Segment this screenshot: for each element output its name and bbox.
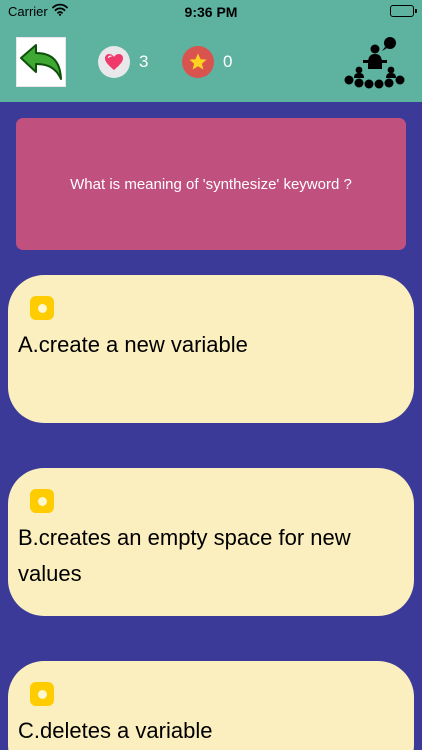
lives-counter: 3 [98, 45, 148, 79]
stars-counter: 0 [182, 45, 232, 79]
stars-count: 0 [223, 52, 233, 71]
status-bar: Carrier 9:36 PM [0, 0, 422, 22]
option-bullet-icon [30, 296, 54, 320]
option-bullet-icon [30, 489, 54, 513]
answer-option-b[interactable]: B.creates an empty space for new values [8, 468, 414, 616]
question-text: What is meaning of 'synthesize' keyword … [70, 175, 352, 193]
option-bullet-icon [30, 682, 54, 706]
header-bar: 3 0 [0, 22, 422, 102]
audience-poll-icon [344, 37, 405, 89]
battery-icon [390, 5, 417, 17]
question-card: What is meaning of 'synthesize' keyword … [16, 118, 406, 250]
audience-poll-button[interactable] [344, 36, 406, 90]
answer-text: A.create a new variable [18, 332, 248, 357]
answer-option-a[interactable]: A.create a new variable [8, 275, 414, 423]
clock-time: 9:36 PM [184, 4, 238, 20]
answer-text: C.deletes a variable [18, 718, 213, 743]
lives-count: 3 [139, 52, 149, 71]
answer-text: B.creates an empty space for new values [18, 525, 351, 586]
star-icon [182, 46, 214, 78]
green-back-arrow-icon [20, 44, 62, 80]
back-button[interactable] [16, 37, 66, 87]
heart-icon [98, 46, 130, 78]
answer-option-c[interactable]: C.deletes a variable [8, 661, 414, 750]
